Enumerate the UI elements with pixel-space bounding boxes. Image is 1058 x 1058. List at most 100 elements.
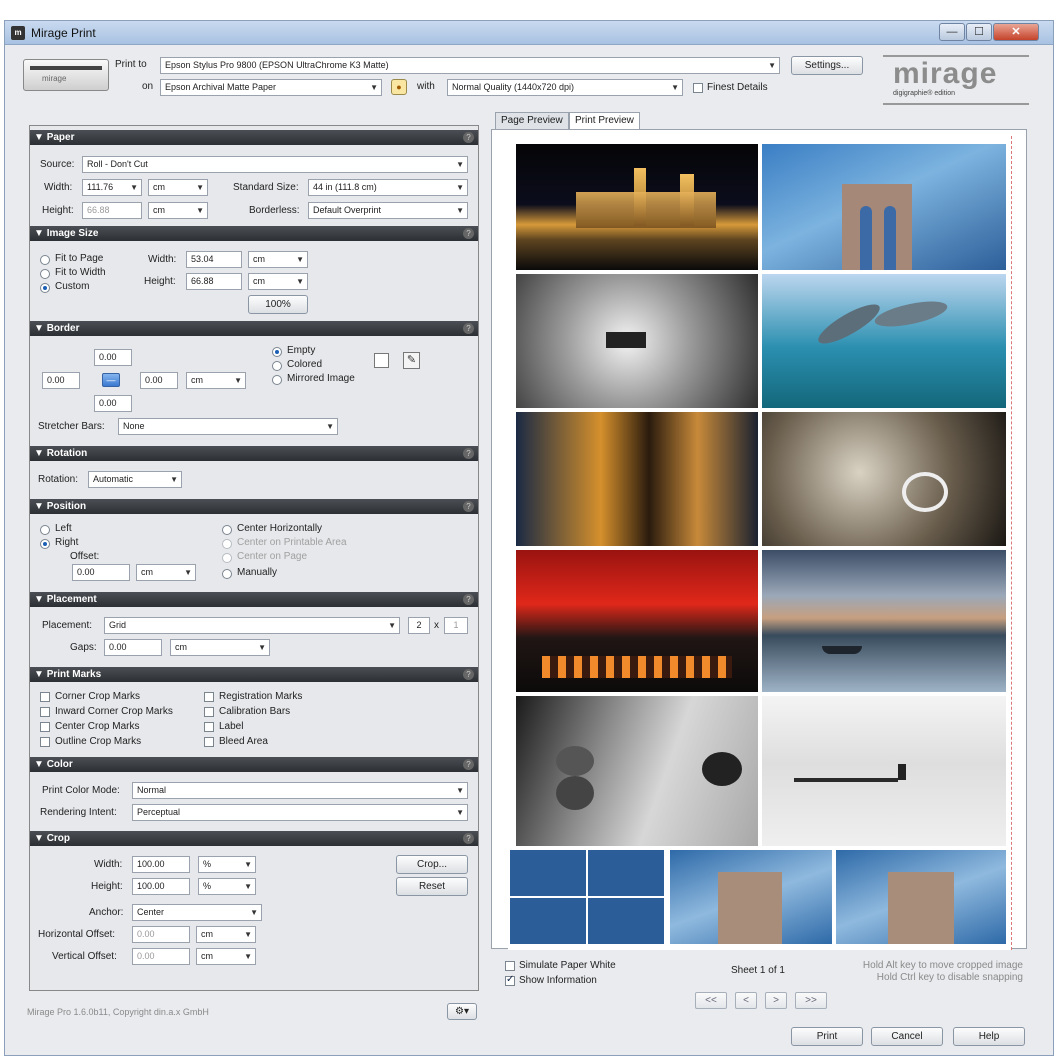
stretcher-bars-select[interactable]: None ▼ — [118, 418, 338, 435]
border-color-swatch[interactable] — [374, 353, 389, 368]
crop-width-input[interactable]: 100.00 — [132, 856, 190, 873]
crop-button[interactable]: Crop... — [396, 855, 468, 874]
grid-rows-input[interactable]: 1 — [444, 617, 468, 634]
photo-brooklyn-bridge-3[interactable] — [836, 850, 1006, 944]
position-offset-unit-select[interactable]: cm ▼ — [136, 564, 196, 581]
photo-eiffel-blur[interactable] — [516, 274, 758, 408]
crop-height-unit-select[interactable]: % ▼ — [198, 878, 256, 895]
rotation-select[interactable]: Automatic ▼ — [88, 471, 182, 488]
section-paper-header[interactable]: ▼ Paper? — [30, 130, 478, 145]
show-information-checkbox[interactable] — [505, 974, 515, 986]
reset-crop-button[interactable]: Reset — [396, 877, 468, 896]
anchor-select[interactable]: Center ▼ — [132, 904, 262, 921]
cancel-button[interactable]: Cancel — [871, 1027, 943, 1046]
center-printable-area-radio[interactable] — [222, 539, 232, 549]
image-height-input[interactable]: 66.88 — [186, 273, 242, 290]
first-sheet-button[interactable]: << — [695, 992, 727, 1009]
gear-menu-button[interactable]: ⚙▾ — [447, 1003, 477, 1020]
section-crop-header[interactable]: ▼ Crop? — [30, 831, 478, 846]
bleed-area-checkbox[interactable] — [204, 737, 214, 747]
registration-marks-checkbox[interactable] — [204, 692, 214, 702]
position-manually-radio[interactable] — [222, 569, 232, 579]
photo-dolphins[interactable] — [762, 274, 1006, 408]
custom-size-radio[interactable] — [40, 283, 50, 293]
border-unit-select[interactable]: cm ▼ — [186, 372, 246, 389]
photo-coffee-cups[interactable] — [762, 412, 1006, 546]
photo-brooklyn-bridge-1[interactable] — [762, 144, 1006, 270]
center-on-page-radio[interactable] — [222, 553, 232, 563]
fit-to-page-radio[interactable] — [40, 255, 50, 265]
position-offset-input[interactable]: 0.00 — [72, 564, 130, 581]
position-left-radio[interactable] — [40, 525, 50, 535]
grid-columns-input[interactable]: 2 — [408, 617, 430, 634]
paper-width-select[interactable]: 111.76 ▼ — [82, 179, 142, 196]
settings-button[interactable]: Settings... — [791, 56, 863, 75]
center-crop-marks-checkbox[interactable] — [40, 722, 50, 732]
source-select[interactable]: Roll - Don't Cut ▼ — [82, 156, 468, 173]
vertical-offset-input[interactable]: 0.00 — [132, 948, 190, 965]
tab-print-preview[interactable]: Print Preview — [569, 112, 640, 130]
gaps-input[interactable]: 0.00 — [104, 639, 162, 656]
print-color-mode-select[interactable]: Normal ▼ — [132, 782, 468, 799]
section-placement-header[interactable]: ▼ Placement? — [30, 592, 478, 607]
border-empty-radio[interactable] — [272, 347, 282, 357]
inward-corner-crop-marks-checkbox[interactable] — [40, 707, 50, 717]
border-left-input[interactable]: 0.00 — [42, 372, 80, 389]
paper-width-unit-select[interactable]: cm ▼ — [148, 179, 208, 196]
quality-select[interactable]: Normal Quality (1440x720 dpi) ▼ — [447, 79, 683, 96]
corner-crop-marks-checkbox[interactable] — [40, 692, 50, 702]
border-right-input[interactable]: 0.00 — [140, 372, 178, 389]
photo-brooklyn-bridge-small[interactable] — [510, 850, 666, 944]
crop-width-unit-select[interactable]: % ▼ — [198, 856, 256, 873]
link-borders-icon[interactable]: — — [102, 373, 120, 387]
section-rotation-header[interactable]: ▼ Rotation? — [30, 446, 478, 461]
help-button[interactable]: Help — [953, 1027, 1025, 1046]
minimize-button[interactable]: — — [939, 23, 965, 41]
photo-fisherman[interactable] — [762, 696, 1006, 846]
standard-size-select[interactable]: 44 in (111.8 cm) ▼ — [308, 179, 468, 196]
borderless-select[interactable]: Default Overprint ▼ — [308, 202, 468, 219]
position-right-radio[interactable] — [40, 539, 50, 549]
print-preview-canvas[interactable] — [491, 129, 1027, 950]
outline-crop-marks-checkbox[interactable] — [40, 737, 50, 747]
close-button[interactable]: ✕ — [993, 23, 1039, 41]
paper-type-select[interactable]: Epson Archival Matte Paper ▼ — [160, 79, 382, 96]
previous-sheet-button[interactable]: < — [735, 992, 757, 1009]
percent-100-button[interactable]: 100% — [248, 295, 308, 314]
border-mirrored-radio[interactable] — [272, 375, 282, 385]
finest-details-checkbox[interactable] — [693, 83, 703, 93]
placement-select[interactable]: Grid ▼ — [104, 617, 400, 634]
crop-height-input[interactable]: 100.00 — [132, 878, 190, 895]
next-sheet-button[interactable]: > — [765, 992, 787, 1009]
paper-height-unit-select[interactable]: cm ▼ — [148, 202, 208, 219]
simulate-paper-white-checkbox[interactable] — [505, 961, 515, 971]
border-bottom-input[interactable]: 0.00 — [94, 395, 132, 412]
section-color-header[interactable]: ▼ Color? — [30, 757, 478, 772]
horizontal-offset-input[interactable]: 0.00 — [132, 926, 190, 943]
tab-page-preview[interactable]: Page Preview — [495, 112, 569, 129]
photo-lake-boat[interactable] — [762, 550, 1006, 692]
section-position-header[interactable]: ▼ Position? — [30, 499, 478, 514]
photo-tiger[interactable] — [516, 412, 758, 546]
label-checkbox[interactable] — [204, 722, 214, 732]
section-print-marks-header[interactable]: ▼ Print Marks? — [30, 667, 478, 682]
paper-info-icon[interactable]: ● — [391, 79, 407, 95]
calibration-bars-checkbox[interactable] — [204, 707, 214, 717]
print-button[interactable]: Print — [791, 1027, 863, 1046]
eyedropper-icon[interactable]: ✎ — [403, 352, 420, 369]
paper-height-input[interactable]: 66.88 — [82, 202, 142, 219]
vertical-offset-unit-select[interactable]: cm ▼ — [196, 948, 256, 965]
photo-paris-red-sky[interactable] — [516, 550, 758, 692]
printer-select[interactable]: Epson Stylus Pro 9800 (EPSON UltraChrome… — [160, 57, 780, 74]
border-top-input[interactable]: 0.00 — [94, 349, 132, 366]
section-image-size-header[interactable]: ▼ Image Size? — [30, 226, 478, 241]
maximize-button[interactable]: ☐ — [966, 23, 992, 41]
rendering-intent-select[interactable]: Perceptual ▼ — [132, 804, 468, 821]
horizontal-offset-unit-select[interactable]: cm ▼ — [196, 926, 256, 943]
fit-to-width-radio[interactable] — [40, 269, 50, 279]
photo-dresden-night[interactable] — [516, 144, 758, 270]
image-height-unit-select[interactable]: cm ▼ — [248, 273, 308, 290]
border-colored-radio[interactable] — [272, 361, 282, 371]
last-sheet-button[interactable]: >> — [795, 992, 827, 1009]
center-horizontally-radio[interactable] — [222, 525, 232, 535]
